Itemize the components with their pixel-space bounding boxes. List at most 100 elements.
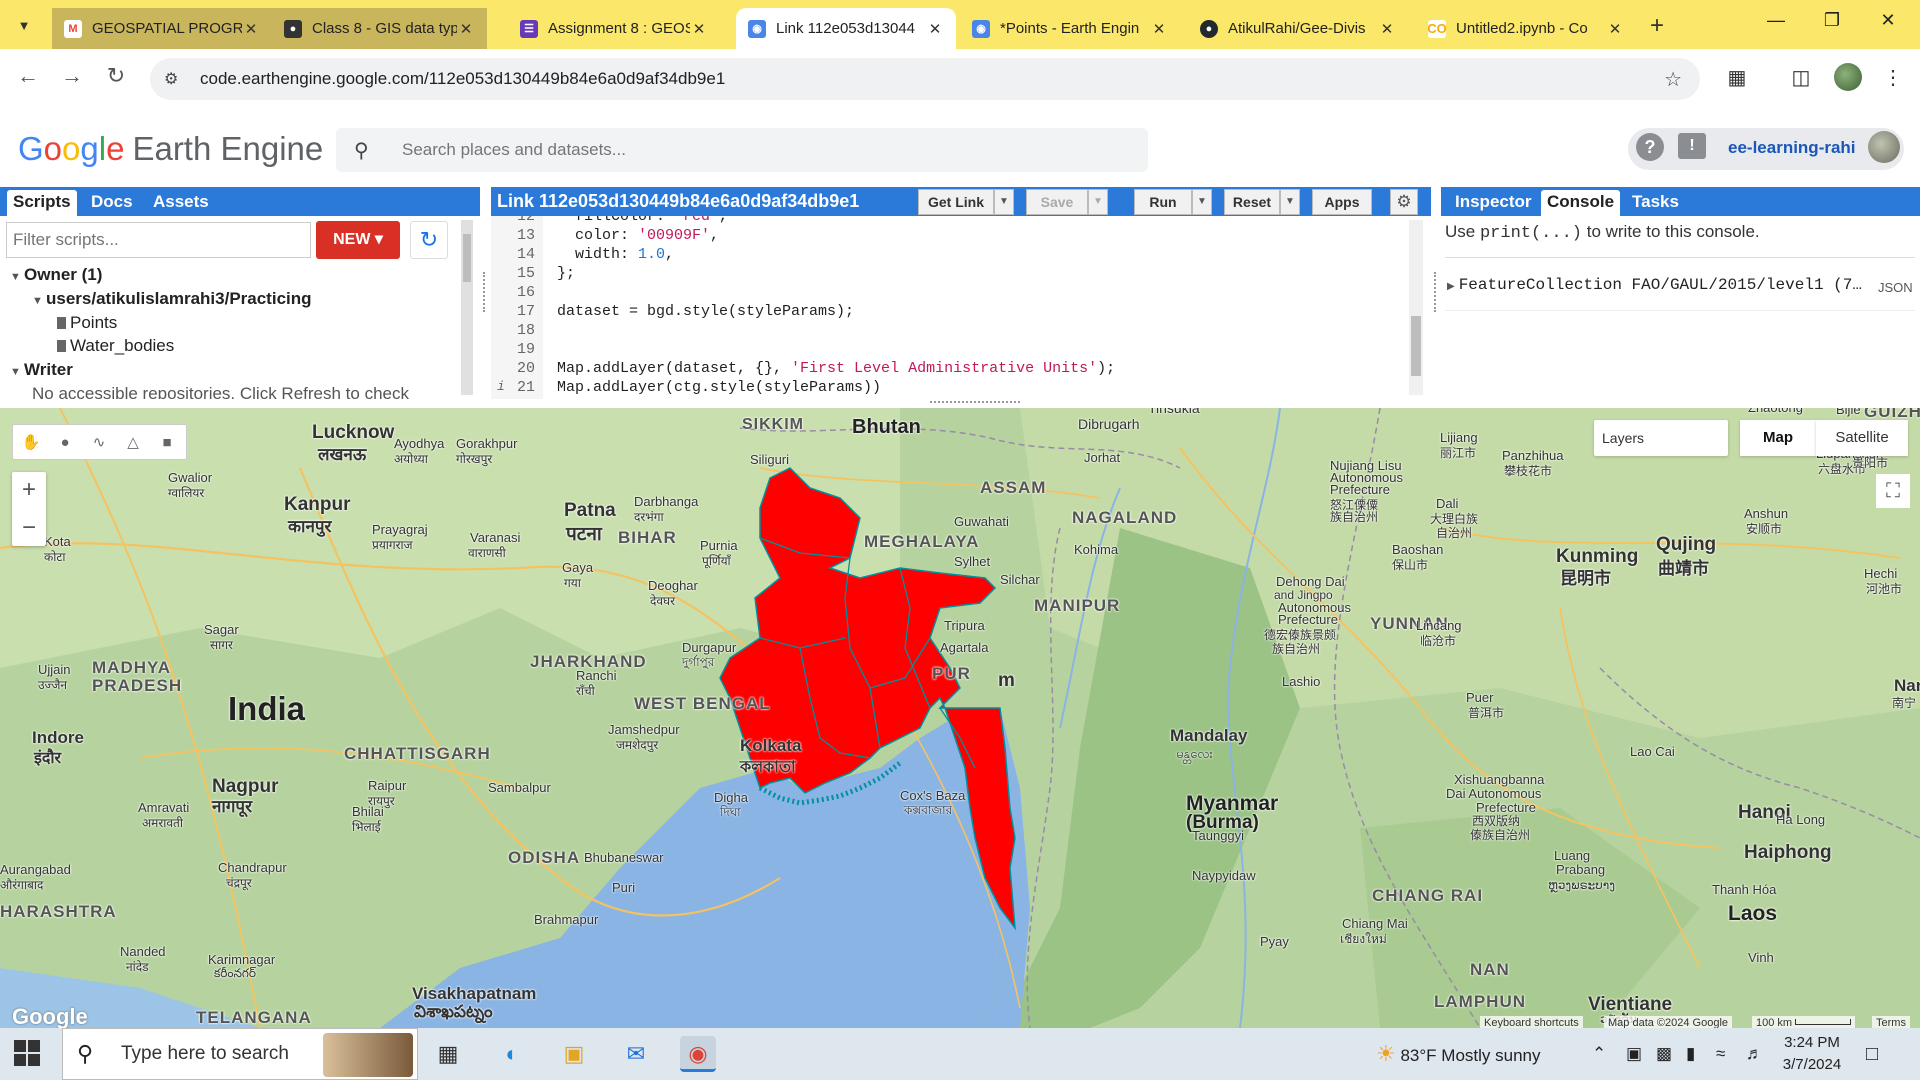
- code-line[interactable]: 17 dataset = bgd.style(styleParams);: [491, 303, 854, 322]
- tab-scripts[interactable]: Scripts: [7, 190, 77, 216]
- browser-tab-active[interactable]: ◉ Link 112e053d13044 ✕: [736, 8, 956, 49]
- pan-hand-icon[interactable]: ✋: [19, 431, 43, 455]
- edge-icon[interactable]: ◐: [494, 1036, 530, 1072]
- tab-inspector[interactable]: Inspector: [1449, 190, 1538, 216]
- dataset-search[interactable]: ⚲: [336, 128, 1148, 172]
- tab-docs[interactable]: Docs: [85, 190, 139, 216]
- reload-icon[interactable]: ↻: [100, 63, 132, 89]
- point-marker-icon[interactable]: ●: [53, 431, 77, 455]
- run-dropdown-icon[interactable]: ▼: [1192, 189, 1212, 215]
- task-view-icon[interactable]: ▦: [430, 1036, 466, 1072]
- earth-engine-logo[interactable]: Google Earth Engine: [18, 130, 323, 168]
- tree-writer[interactable]: ▼ Writer: [10, 360, 73, 380]
- layers-control[interactable]: Layers: [1594, 420, 1728, 456]
- panel-resize-handle[interactable]: [483, 272, 489, 312]
- address-bar[interactable]: ⚙ code.earthengine.google.com/112e053d13…: [150, 58, 1700, 100]
- code-line[interactable]: 19: [491, 341, 535, 360]
- tab-assets[interactable]: Assets: [147, 190, 215, 216]
- minimize-icon[interactable]: —: [1756, 10, 1796, 31]
- restore-icon[interactable]: ❐: [1812, 10, 1852, 31]
- settings-gear-icon[interactable]: ⚙: [1390, 189, 1418, 215]
- project-name[interactable]: ee-learning-rahi: [1728, 138, 1856, 158]
- refresh-icon[interactable]: ↻: [410, 221, 448, 259]
- help-icon[interactable]: ?: [1636, 133, 1664, 161]
- polygon-tool-icon[interactable]: △: [121, 431, 145, 455]
- keyboard-shortcuts-link[interactable]: Keyboard shortcuts: [1480, 1016, 1583, 1028]
- close-icon[interactable]: ✕: [1378, 20, 1396, 38]
- search-input[interactable]: [402, 140, 1102, 160]
- browser-tab[interactable]: ◉ *Points - Earth Engin ✕: [960, 8, 1180, 49]
- map-type-satellite[interactable]: Satellite: [1816, 420, 1908, 456]
- console-entry[interactable]: ▶ FeatureCollection FAO/GAUL/2015/level1 …: [1447, 276, 1862, 294]
- browser-tab[interactable]: ● Class 8 - GIS data typ ✕: [272, 8, 487, 49]
- terms-link[interactable]: Terms: [1872, 1016, 1910, 1028]
- forward-icon[interactable]: →: [56, 63, 88, 89]
- browser-tab[interactable]: M GEOSPATIAL PROGR ✕: [52, 8, 272, 49]
- code-line[interactable]: 14 width: 1.0,: [491, 246, 674, 265]
- chrome-icon[interactable]: ◉: [680, 1036, 716, 1072]
- close-icon[interactable]: ✕: [926, 20, 944, 38]
- browser-tab[interactable]: ● AtikulRahi/Gee-Divis ✕: [1188, 8, 1408, 49]
- get-link-dropdown-icon[interactable]: ▼: [994, 189, 1014, 215]
- scrollbar-thumb[interactable]: [463, 234, 471, 282]
- map-type-map[interactable]: Map: [1740, 420, 1816, 456]
- save-dropdown-icon[interactable]: ▼: [1088, 189, 1108, 215]
- battery-icon[interactable]: ▮: [1686, 1028, 1695, 1080]
- camera-icon[interactable]: ▣: [1626, 1028, 1642, 1080]
- line-tool-icon[interactable]: ∿: [87, 431, 111, 455]
- code-line[interactable]: 18: [491, 322, 535, 341]
- browser-tab[interactable]: ☰ Assignment 8 : GEOS ✕: [508, 8, 720, 49]
- code-line[interactable]: 13 color: '00909F',: [491, 227, 719, 246]
- taskbar-search[interactable]: ⚲ Type here to search: [62, 1028, 418, 1080]
- file-explorer-icon[interactable]: ▣: [556, 1036, 592, 1072]
- run-button[interactable]: Run: [1134, 189, 1192, 215]
- close-icon[interactable]: ✕: [457, 20, 475, 38]
- map-resize-handle[interactable]: [930, 401, 1020, 405]
- feedback-icon[interactable]: !: [1678, 133, 1706, 159]
- tab-search-button[interactable]: ▼: [9, 10, 39, 40]
- profile-avatar[interactable]: [1834, 63, 1862, 91]
- zoom-out-button[interactable]: −: [12, 510, 46, 546]
- browser-menu-icon[interactable]: ⋮: [1878, 65, 1908, 90]
- code-editor[interactable]: 12 fillColor: 'red', 13 color: '00909F', 1…: [491, 216, 1431, 399]
- json-tag[interactable]: JSON: [1878, 280, 1913, 295]
- close-icon[interactable]: ✕: [1150, 20, 1168, 38]
- code-line[interactable]: 21 i Map.addLayer(ctg.style(styleParams)): [491, 379, 881, 398]
- tree-owner[interactable]: ▼ Owner (1): [10, 265, 102, 285]
- close-icon[interactable]: ✕: [690, 20, 708, 38]
- map-canvas[interactable]: SIKKIM Bhutan Dibrugarh Tinsukia Lucknow लखनऊ…: [0, 408, 1920, 1028]
- tab-tasks[interactable]: Tasks: [1626, 190, 1685, 216]
- rectangle-tool-icon[interactable]: ■: [155, 431, 179, 455]
- notifications-icon[interactable]: □: [1866, 1028, 1878, 1080]
- meet-icon[interactable]: ▩: [1656, 1028, 1672, 1080]
- clock[interactable]: 3:24 PM 3/7/2024: [1770, 1032, 1854, 1076]
- volume-icon[interactable]: ♬: [1746, 1028, 1763, 1080]
- code-line[interactable]: 12 fillColor: 'red',: [491, 216, 728, 227]
- close-icon[interactable]: ✕: [242, 20, 260, 38]
- fullscreen-icon[interactable]: ⛶: [1876, 474, 1910, 508]
- reset-dropdown-icon[interactable]: ▼: [1280, 189, 1300, 215]
- reset-button[interactable]: Reset: [1224, 189, 1280, 215]
- editor-scrollbar-thumb[interactable]: [1411, 316, 1421, 376]
- get-link-button[interactable]: Get Link: [918, 189, 994, 215]
- tree-file[interactable]: Water_bodies: [57, 336, 174, 356]
- tab-console[interactable]: Console: [1541, 190, 1621, 216]
- bookmark-star-icon[interactable]: ☆: [1664, 67, 1682, 92]
- windows-start-icon[interactable]: [14, 1040, 40, 1066]
- browser-tab[interactable]: CO Untitled2.ipynb - Co ✕: [1416, 8, 1636, 49]
- weather-widget[interactable]: ☀ 83°F Mostly sunny: [1376, 1028, 1541, 1082]
- scale-bar[interactable]: 100 km: [1752, 1016, 1856, 1028]
- site-info-icon[interactable]: ⚙: [164, 69, 188, 89]
- new-tab-button[interactable]: +: [1650, 12, 1664, 40]
- tree-file[interactable]: Points: [57, 313, 117, 333]
- close-window-icon[interactable]: ✕: [1868, 10, 1908, 31]
- code-line[interactable]: 20 Map.addLayer(dataset, {}, 'First Level…: [491, 360, 1115, 379]
- save-button[interactable]: Save: [1026, 189, 1088, 215]
- mail-icon[interactable]: ✉: [618, 1036, 654, 1072]
- close-icon[interactable]: ✕: [1606, 20, 1624, 38]
- extensions-icon[interactable]: ▦: [1722, 65, 1752, 90]
- back-icon[interactable]: ←: [12, 63, 44, 89]
- url-text[interactable]: code.earthengine.google.com/112e053d1304…: [200, 69, 725, 89]
- expand-triangle-icon[interactable]: ▶: [1447, 282, 1455, 293]
- wifi-icon[interactable]: ≈: [1716, 1028, 1725, 1080]
